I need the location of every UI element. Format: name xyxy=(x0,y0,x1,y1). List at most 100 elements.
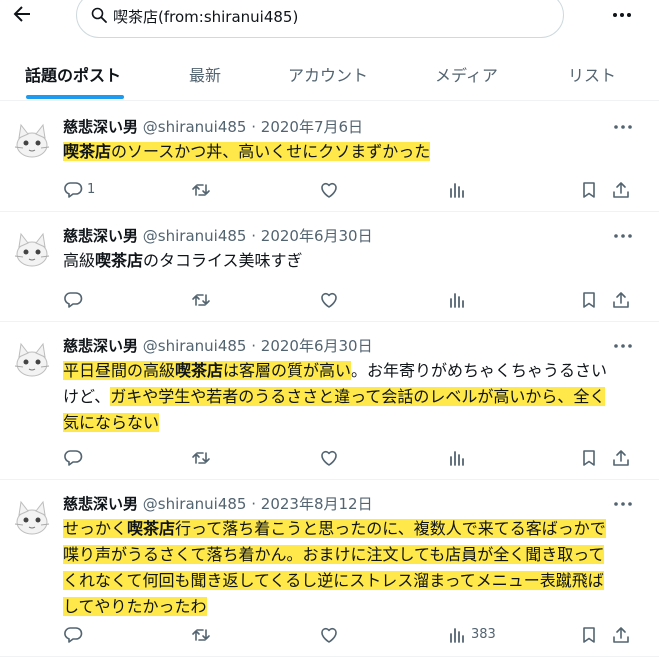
text-segment: ガキや学生や若者のうるささと違って会話のレベルが高いから、全く xyxy=(110,387,606,406)
display-name[interactable]: 慈悲深い男 xyxy=(63,495,138,513)
post-more-icon[interactable] xyxy=(612,338,634,352)
tab-media[interactable]: メディア xyxy=(435,62,498,86)
post-date[interactable]: 2020年6月30日 xyxy=(261,227,373,245)
post-actions xyxy=(63,448,639,468)
avatar[interactable] xyxy=(12,498,52,538)
share-icon[interactable] xyxy=(611,180,631,200)
avatar[interactable] xyxy=(12,121,52,161)
repost-icon[interactable] xyxy=(191,448,211,468)
post-header: 慈悲深い男 @shiranui485 · 2020年6月30日 xyxy=(63,335,373,356)
post-date[interactable]: 2020年6月30日 xyxy=(261,337,373,355)
post-text-line: 高級喫茶店のタコライス美味すぎ xyxy=(63,248,633,274)
keyword-match: 喫茶店 xyxy=(175,361,224,380)
post-actions xyxy=(63,290,639,310)
views-icon[interactable] xyxy=(447,180,467,200)
post-text-line: してやりたかったわ xyxy=(63,594,633,620)
views-icon[interactable] xyxy=(447,290,467,310)
post-more-icon[interactable] xyxy=(612,228,634,242)
repost-icon[interactable] xyxy=(191,625,211,645)
text-segment: のタコライス美味すぎ xyxy=(143,251,303,270)
tab-latest[interactable]: 最新 xyxy=(189,62,221,86)
bookmark-icon[interactable] xyxy=(579,448,599,468)
post-text-line: 平日昼間の高級喫茶店は客層の質が高い。お年寄りがめちゃくちゃうるさい xyxy=(63,358,633,384)
text-segment: 。お年寄りがめちゃくちゃうるさい xyxy=(351,361,608,380)
keyword-match: 喫茶店 xyxy=(127,519,176,538)
repost-icon[interactable] xyxy=(191,180,211,200)
post-text-line: くれなくて何回も聞き返してくるし逆にストレス溜まってメニュー表蹴飛ば xyxy=(63,568,633,594)
post[interactable]: 慈悲深い男 @shiranui485 · 2023年8月12日 せっかく喫茶店行っ… xyxy=(0,480,659,657)
post[interactable]: 慈悲深い男 @shiranui485 · 2020年6月30日 平日昼間の高級喫茶… xyxy=(0,322,659,480)
views-icon[interactable] xyxy=(447,625,467,645)
text-segment: してやりたかったわ xyxy=(63,597,207,616)
display-name[interactable]: 慈悲深い男 xyxy=(63,227,138,245)
back-arrow-icon[interactable] xyxy=(10,2,34,26)
post-header: 慈悲深い男 @shiranui485 · 2023年8月12日 xyxy=(63,493,373,514)
avatar[interactable] xyxy=(12,230,52,270)
user-handle[interactable]: @shiranui485 xyxy=(143,227,247,245)
reply-icon[interactable] xyxy=(63,625,83,645)
bookmark-icon[interactable] xyxy=(579,625,599,645)
display-name[interactable]: 慈悲深い男 xyxy=(63,118,138,136)
tab-bar: 話題のポスト 最新 アカウント メディア リスト xyxy=(0,52,659,101)
text-segment: 喋り声がうるさくて落ち着かん。おまけに注文しても店員が全く聞き取って xyxy=(63,545,605,564)
reply-icon[interactable] xyxy=(63,290,83,310)
like-icon[interactable] xyxy=(319,625,339,645)
search-input[interactable]: 喫茶店(from:shiranui485) xyxy=(113,6,298,27)
text-segment: せっかく xyxy=(63,519,128,538)
reply-icon[interactable] xyxy=(63,180,83,200)
separator-dot: · xyxy=(246,337,261,355)
avatar[interactable] xyxy=(12,340,52,380)
tab-lists[interactable]: リスト xyxy=(568,62,616,86)
post-text: 高級喫茶店のタコライス美味すぎ xyxy=(63,248,633,274)
post-header: 慈悲深い男 @shiranui485 · 2020年6月30日 xyxy=(63,225,373,246)
text-segment: 高級 xyxy=(63,251,96,270)
post[interactable]: 慈悲深い男 @shiranui485 · 2020年6月30日 高級喫茶店のタコラ… xyxy=(0,212,659,322)
post-text-line: 気にならない xyxy=(63,410,633,436)
keyword-match: 喫茶店 xyxy=(95,251,144,270)
share-icon[interactable] xyxy=(611,290,631,310)
post-date[interactable]: 2020年7月6日 xyxy=(261,118,363,136)
text-segment: くれなくて何回も聞き返してくるし逆にストレス溜まってメニュー表蹴飛ば xyxy=(63,571,604,590)
post-text-line: せっかく喫茶店行って落ち着こうと思ったのに、複数人で来てる客ばっかで xyxy=(63,516,633,542)
views-count: 383 xyxy=(471,627,496,642)
separator-dot: · xyxy=(246,227,261,245)
tab-accounts[interactable]: アカウント xyxy=(288,62,368,86)
reply-count: 1 xyxy=(87,182,96,197)
share-icon[interactable] xyxy=(611,625,631,645)
reply-icon[interactable] xyxy=(63,448,83,468)
post-actions: 1 xyxy=(63,180,639,200)
text-segment: のソースかつ丼、高いくせにクソまずかった xyxy=(111,142,431,161)
views-icon[interactable] xyxy=(447,448,467,468)
tab-top-posts[interactable]: 話題のポスト xyxy=(25,62,121,86)
user-handle[interactable]: @shiranui485 xyxy=(143,495,247,513)
text-segment: は客層の質が高い xyxy=(223,361,352,380)
post-header: 慈悲深い男 @shiranui485 · 2020年7月6日 xyxy=(63,116,363,137)
post-date[interactable]: 2023年8月12日 xyxy=(261,495,373,513)
post-text: 喫茶店のソースかつ丼、高いくせにクソまずかった xyxy=(63,139,633,165)
like-icon[interactable] xyxy=(319,290,339,310)
text-segment: けど、 xyxy=(63,387,111,406)
repost-icon[interactable] xyxy=(191,290,211,310)
separator-dot: · xyxy=(246,495,261,513)
like-icon[interactable] xyxy=(319,448,339,468)
post-text-line: けど、ガキや学生や若者のうるささと違って会話のレベルが高いから、全く xyxy=(63,384,633,410)
post-more-icon[interactable] xyxy=(612,119,634,133)
search-box[interactable]: 喫茶店(from:shiranui485) xyxy=(76,0,564,38)
text-segment: 気にならない xyxy=(63,413,160,432)
share-icon[interactable] xyxy=(611,448,631,468)
post-text-line: 喫茶店のソースかつ丼、高いくせにクソまずかった xyxy=(63,139,633,165)
post-actions: 383 xyxy=(63,625,639,645)
display-name[interactable]: 慈悲深い男 xyxy=(63,337,138,355)
more-options-icon[interactable] xyxy=(610,4,634,26)
search-icon xyxy=(91,7,107,23)
post-more-icon[interactable] xyxy=(612,496,634,510)
post-text-line: 喋り声がうるさくて落ち着かん。おまけに注文しても店員が全く聞き取って xyxy=(63,542,633,568)
bookmark-icon[interactable] xyxy=(579,180,599,200)
like-icon[interactable] xyxy=(319,180,339,200)
user-handle[interactable]: @shiranui485 xyxy=(143,118,247,136)
text-segment: 平日昼間の高級 xyxy=(63,361,176,380)
bookmark-icon[interactable] xyxy=(579,290,599,310)
post-text: 平日昼間の高級喫茶店は客層の質が高い。お年寄りがめちゃくちゃうるさい けど、ガキや… xyxy=(63,358,633,436)
post[interactable]: 慈悲深い男 @shiranui485 · 2020年7月6日 喫茶店のソースかつ丼… xyxy=(0,103,659,212)
user-handle[interactable]: @shiranui485 xyxy=(143,337,247,355)
